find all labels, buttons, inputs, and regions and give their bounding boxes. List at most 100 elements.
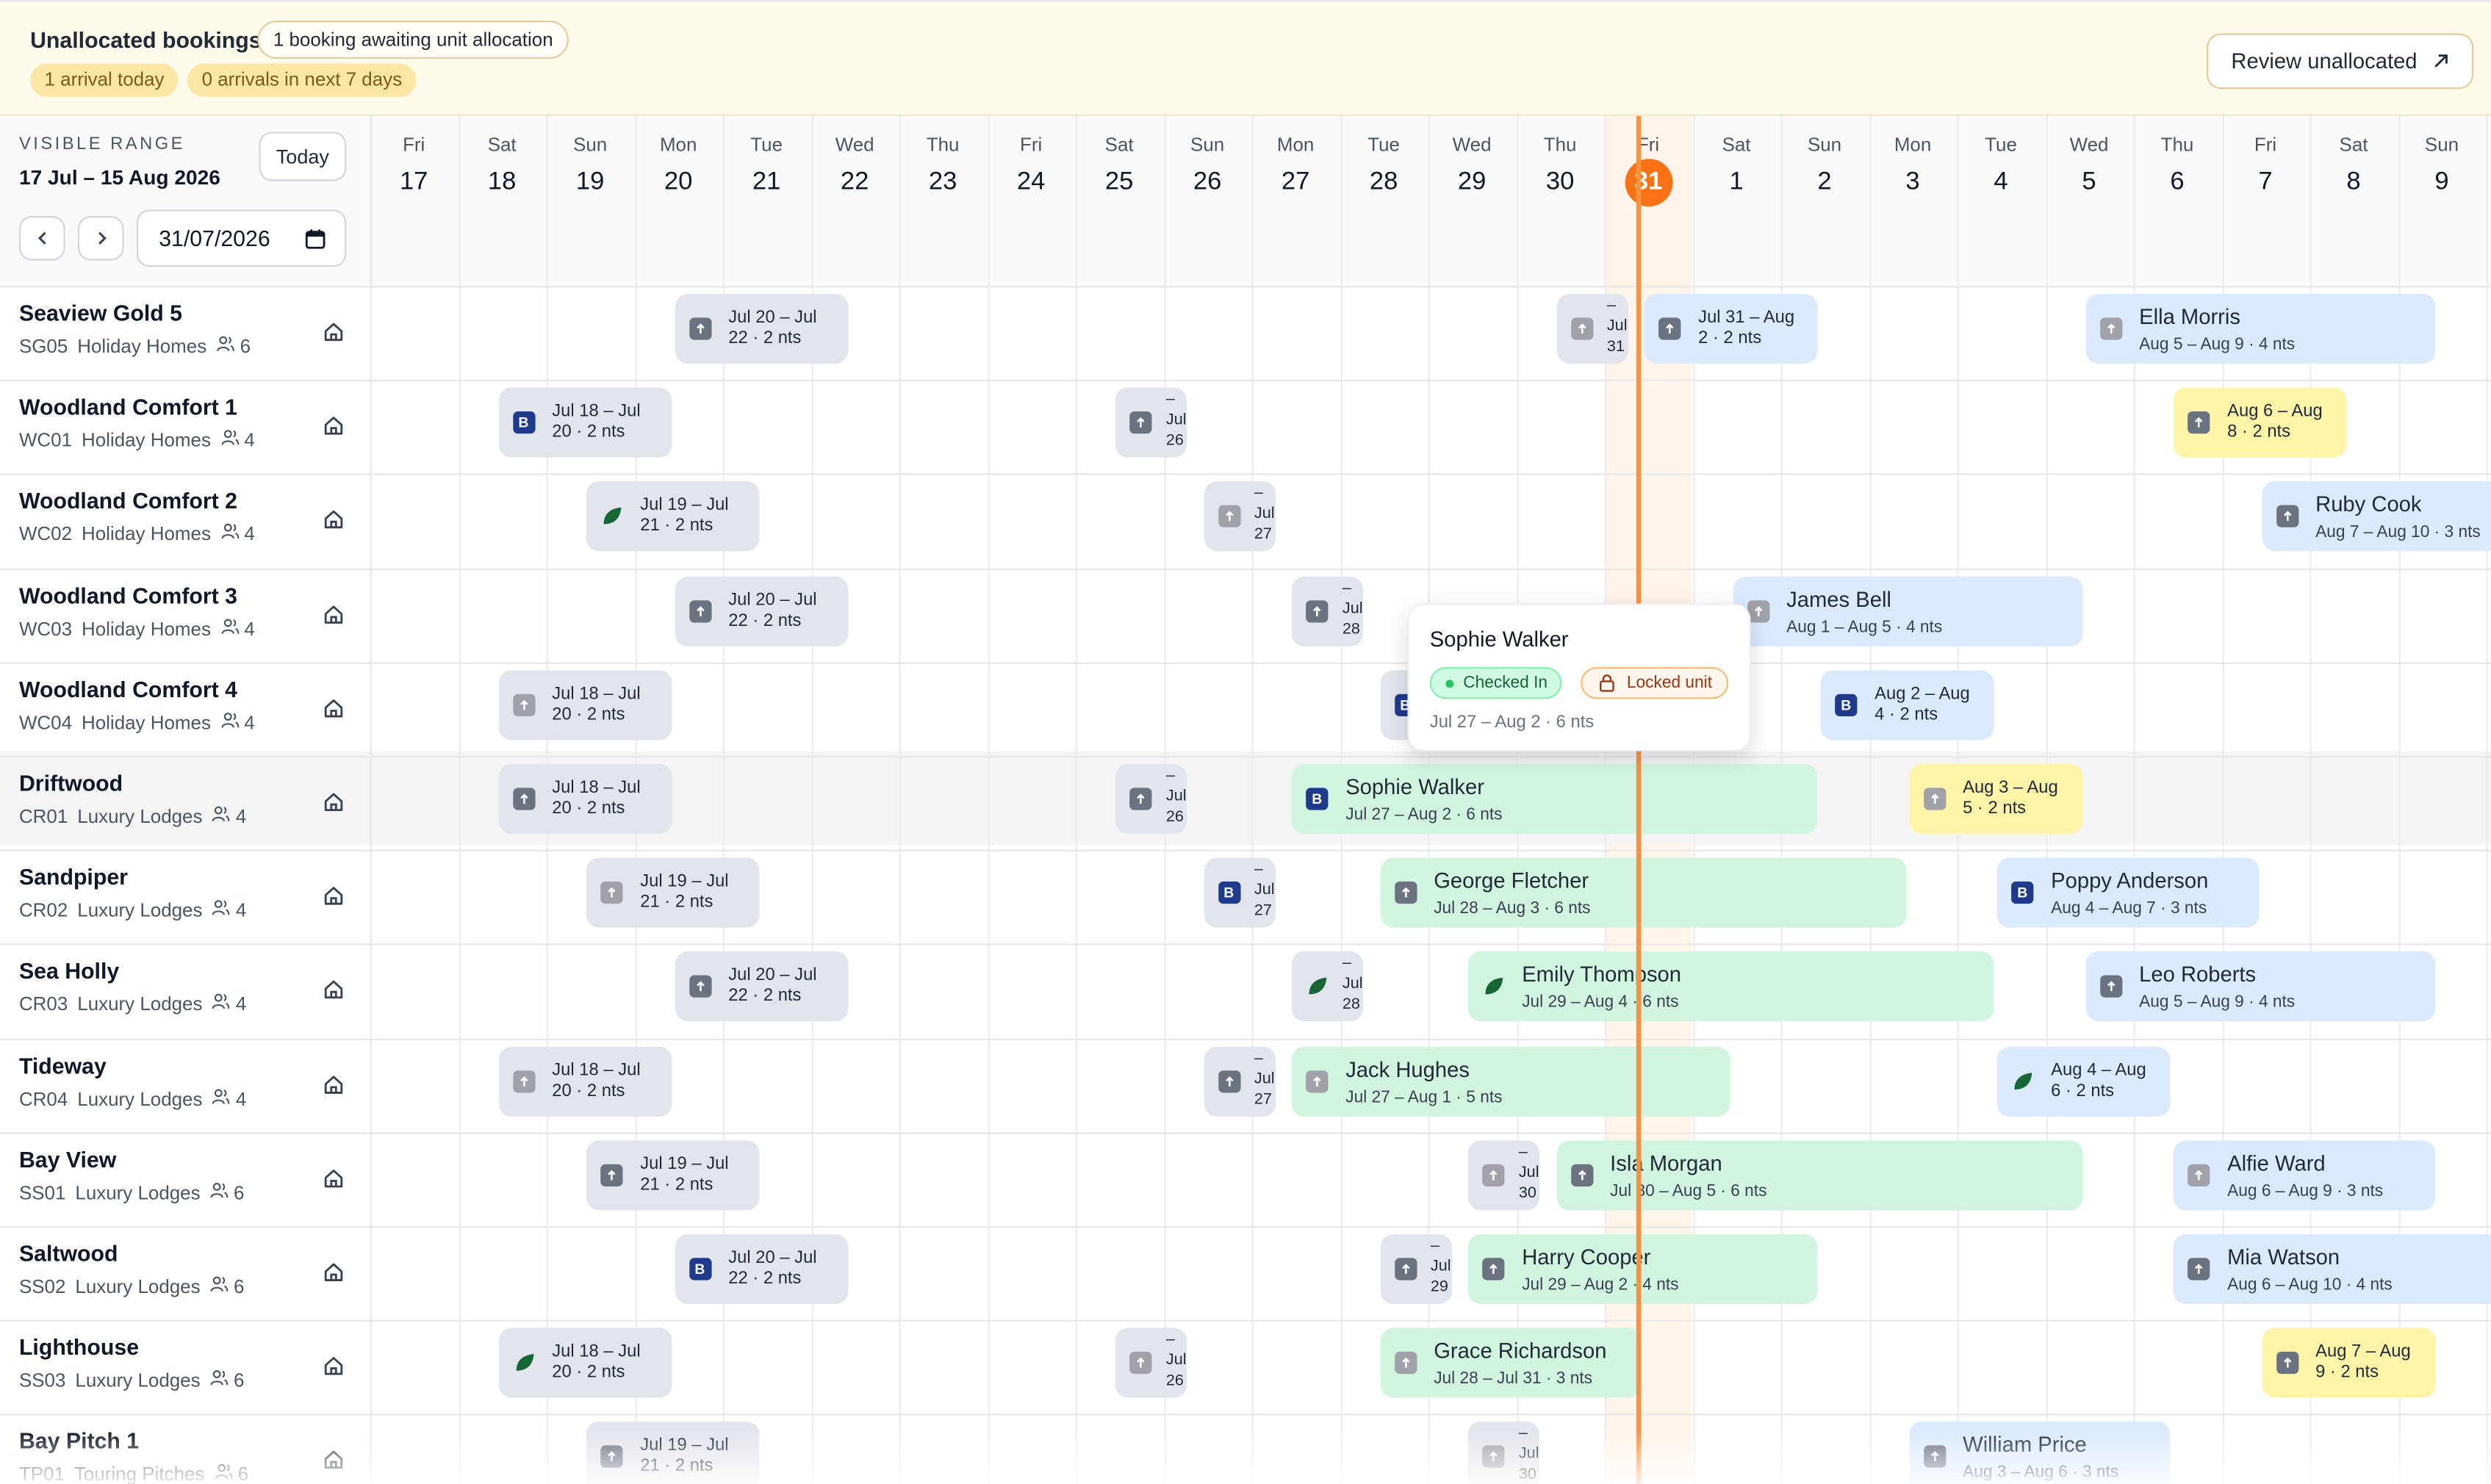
booking-block[interactable]: Jul 19 – Jul 21 · 2 nts bbox=[586, 481, 760, 552]
booking-block[interactable]: Jack Hughes Jul 27 – Aug 1 · 5 nts bbox=[1291, 1045, 1730, 1117]
day-header-24[interactable]: Fri 24 bbox=[988, 134, 1075, 197]
booking-block[interactable]: Jul 18 – Jul 20 · 2 nts bbox=[497, 669, 672, 741]
booking-block[interactable]: Harry Cooper Jul 29 – Aug 2 · 4 nts bbox=[1467, 1233, 1818, 1305]
unit-row-wc01[interactable]: Woodland Comfort 1 WC01 Holiday Homes 4 bbox=[19, 380, 361, 474]
booking-block[interactable]: – Jul 29 bbox=[1379, 1233, 1451, 1305]
booking-block[interactable]: Jul 18 – Jul 20 · 2 nts bbox=[497, 1328, 672, 1398]
booking-block[interactable]: – Jul 26 bbox=[1115, 387, 1187, 458]
booking-block[interactable]: Jul 20 – Jul 22 · 2 nts bbox=[674, 293, 848, 364]
booking-block[interactable]: – Jul 28 bbox=[1291, 575, 1363, 646]
booking-block[interactable]: B Jul 18 – Jul 20 · 2 nts bbox=[497, 387, 672, 458]
booking-block[interactable]: Isla Morgan Jul 30 – Aug 5 · 6 nts bbox=[1556, 1139, 2082, 1211]
booking-block[interactable]: – Jul 27 bbox=[1203, 1045, 1276, 1117]
day-header-27[interactable]: Mon 27 bbox=[1252, 134, 1340, 197]
booking-block[interactable]: – Jul 27 bbox=[1203, 481, 1276, 552]
unit-row-wc02[interactable]: Woodland Comfort 2 WC02 Holiday Homes 4 bbox=[19, 474, 361, 568]
previous-button[interactable] bbox=[18, 216, 65, 261]
day-header-7[interactable]: Fri 7 bbox=[2222, 134, 2310, 197]
unit-row-sg05[interactable]: Seaview Gold 5 SG05 Holiday Homes 6 bbox=[19, 286, 361, 380]
unit-row-wc04[interactable]: Woodland Comfort 4 WC04 Holiday Homes 4 bbox=[19, 662, 361, 756]
house-icon[interactable] bbox=[323, 885, 345, 915]
day-header-8[interactable]: Sat 8 bbox=[2310, 134, 2398, 197]
house-icon[interactable] bbox=[323, 979, 345, 1009]
booking-block[interactable]: Jul 19 – Jul 21 · 2 nts bbox=[586, 1139, 760, 1211]
unit-row-ss01[interactable]: Bay View SS01 Luxury Lodges 6 bbox=[19, 1132, 361, 1226]
booking-block[interactable]: – Jul 30 bbox=[1467, 1422, 1539, 1484]
house-icon[interactable] bbox=[323, 697, 345, 727]
booking-block[interactable]: Jul 20 – Jul 22 · 2 nts bbox=[674, 951, 848, 1023]
day-header-20[interactable]: Mon 20 bbox=[635, 134, 722, 197]
unit-row-tp01[interactable]: Bay Pitch 1 TP01 Touring Pitches 6 bbox=[19, 1414, 361, 1483]
booking-block[interactable]: Mia Watson Aug 6 – Aug 10 · 4 nts bbox=[2173, 1233, 2491, 1305]
day-header-5[interactable]: Wed 5 bbox=[2046, 134, 2133, 197]
day-header-23[interactable]: Thu 23 bbox=[899, 134, 987, 197]
day-header-30[interactable]: Thu 30 bbox=[1517, 134, 1604, 197]
house-icon[interactable] bbox=[323, 1261, 345, 1292]
day-header-4[interactable]: Tue 4 bbox=[1958, 134, 2045, 197]
day-header-17[interactable]: Fri 17 bbox=[370, 134, 458, 197]
day-header-31[interactable]: Fri 31 bbox=[1605, 134, 1692, 207]
unit-row-ss02[interactable]: Saltwood SS02 Luxury Lodges 6 bbox=[19, 1226, 361, 1320]
house-icon[interactable] bbox=[323, 509, 345, 539]
booking-block[interactable]: Leo Roberts Aug 5 – Aug 9 · 4 nts bbox=[2085, 951, 2435, 1023]
day-header-25[interactable]: Sat 25 bbox=[1076, 134, 1163, 197]
booking-block[interactable]: Jul 20 – Jul 22 · 2 nts bbox=[674, 575, 848, 646]
house-icon[interactable] bbox=[323, 321, 345, 351]
unit-row-ss03[interactable]: Lighthouse SS03 Luxury Lodges 6 bbox=[19, 1320, 361, 1414]
house-icon[interactable] bbox=[323, 1073, 345, 1103]
booking-block[interactable]: Jul 31 – Aug 2 · 2 nts bbox=[1644, 293, 1818, 364]
booking-block[interactable]: – Jul 26 bbox=[1115, 1328, 1187, 1398]
house-icon[interactable] bbox=[323, 415, 345, 445]
booking-block[interactable]: Aug 7 – Aug 9 · 2 nts bbox=[2261, 1328, 2435, 1398]
booking-block[interactable]: George Fletcher Jul 28 – Aug 3 · 6 nts bbox=[1379, 857, 1906, 929]
booking-block[interactable]: – Jul 31 bbox=[1556, 293, 1628, 364]
booking-block[interactable]: James Bell Aug 1 – Aug 5 · 4 nts bbox=[1732, 575, 2082, 646]
day-header-29[interactable]: Wed 29 bbox=[1428, 134, 1516, 197]
next-button[interactable] bbox=[77, 216, 124, 261]
house-icon[interactable] bbox=[323, 603, 345, 633]
booking-block[interactable]: Jul 19 – Jul 21 · 2 nts bbox=[586, 1422, 760, 1484]
day-header-18[interactable]: Sat 18 bbox=[459, 134, 546, 197]
unit-row-cr03[interactable]: Sea Holly CR03 Luxury Lodges 4 bbox=[19, 944, 361, 1038]
booking-block[interactable]: Ruby Cook Aug 7 – Aug 10 · 3 nts bbox=[2261, 481, 2491, 552]
booking-block[interactable]: B Jul 20 – Jul 22 · 2 nts bbox=[674, 1233, 848, 1305]
booking-block[interactable]: B – Jul 27 bbox=[1203, 857, 1276, 929]
unit-row-cr01[interactable]: Driftwood CR01 Luxury Lodges 4 bbox=[19, 756, 361, 850]
booking-block[interactable]: Jul 18 – Jul 20 · 2 nts bbox=[497, 763, 672, 835]
booking-block[interactable]: B Sophie Walker Jul 27 – Aug 2 · 6 nts bbox=[1291, 763, 1818, 835]
booking-block[interactable]: Aug 6 – Aug 8 · 2 nts bbox=[2173, 387, 2347, 458]
unit-row-cr02[interactable]: Sandpiper CR02 Luxury Lodges 4 bbox=[19, 850, 361, 944]
date-picker-input[interactable]: 31/07/2026 bbox=[136, 209, 347, 267]
booking-block[interactable]: William Price Aug 3 – Aug 6 · 3 nts bbox=[1908, 1422, 2171, 1484]
booking-block[interactable]: Jul 19 – Jul 21 · 2 nts bbox=[586, 857, 760, 929]
day-header-2[interactable]: Sun 2 bbox=[1781, 134, 1869, 197]
booking-block[interactable]: Emily Thompson Jul 29 – Aug 4 · 6 nts bbox=[1467, 951, 1994, 1023]
today-button[interactable]: Today bbox=[259, 132, 347, 181]
day-header-1[interactable]: Sat 1 bbox=[1693, 134, 1780, 197]
booking-block[interactable]: Aug 3 – Aug 5 · 2 nts bbox=[1908, 763, 2082, 835]
day-header-9[interactable]: Sun 9 bbox=[2398, 134, 2486, 197]
house-icon[interactable] bbox=[323, 791, 345, 821]
day-header-21[interactable]: Tue 21 bbox=[723, 134, 810, 197]
unit-row-wc03[interactable]: Woodland Comfort 3 WC03 Holiday Homes 4 bbox=[19, 568, 361, 662]
day-header-6[interactable]: Thu 6 bbox=[2134, 134, 2221, 197]
booking-block[interactable]: Ella Morris Aug 5 – Aug 9 · 4 nts bbox=[2085, 293, 2435, 364]
booking-block[interactable]: Alfie Ward Aug 6 – Aug 9 · 3 nts bbox=[2173, 1139, 2435, 1211]
booking-block[interactable]: Aug 4 – Aug 6 · 2 nts bbox=[1996, 1045, 2171, 1117]
booking-block[interactable]: B Poppy Anderson Aug 4 – Aug 7 · 3 nts bbox=[1996, 857, 2259, 929]
house-icon[interactable] bbox=[323, 1449, 345, 1480]
house-icon[interactable] bbox=[323, 1167, 345, 1197]
booking-block[interactable]: Grace Richardson Jul 28 – Jul 31 · 3 nts bbox=[1379, 1328, 1642, 1398]
day-header-3[interactable]: Mon 3 bbox=[1869, 134, 1957, 197]
booking-block[interactable]: – Jul 28 bbox=[1291, 951, 1363, 1023]
unit-row-cr04[interactable]: Tideway CR04 Luxury Lodges 4 bbox=[19, 1038, 361, 1132]
review-unallocated-button[interactable]: Review unallocated bbox=[2207, 33, 2474, 90]
booking-block[interactable]: B Aug 2 – Aug 4 · 2 nts bbox=[1820, 669, 1994, 741]
day-header-26[interactable]: Sun 26 bbox=[1164, 134, 1251, 197]
booking-block[interactable]: – Jul 26 bbox=[1115, 763, 1187, 835]
booking-block[interactable]: Jul 18 – Jul 20 · 2 nts bbox=[497, 1045, 672, 1117]
house-icon[interactable] bbox=[323, 1355, 345, 1386]
booking-block[interactable]: – Jul 30 bbox=[1467, 1139, 1539, 1211]
day-header-22[interactable]: Wed 22 bbox=[811, 134, 899, 197]
day-header-19[interactable]: Sun 19 bbox=[547, 134, 634, 197]
